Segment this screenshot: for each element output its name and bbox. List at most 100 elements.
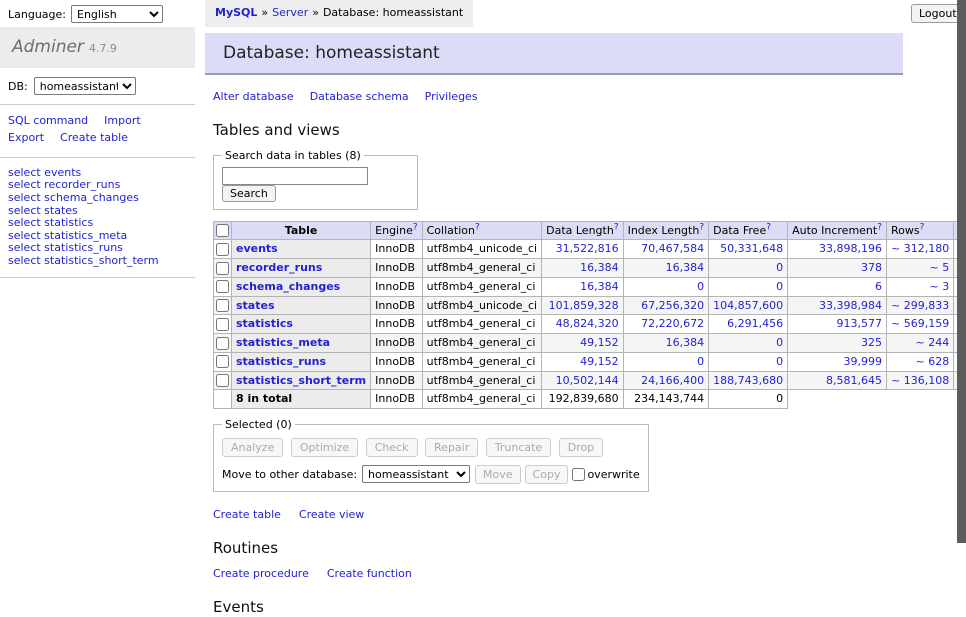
sidebar-sql-command-link[interactable]: SQL command	[8, 114, 88, 127]
auto-increment-link[interactable]: 378	[861, 261, 882, 274]
index-length-link[interactable]: 16,384	[666, 336, 705, 349]
data-free-link[interactable]: 6,291,456	[727, 317, 783, 330]
auto-increment-link[interactable]: 325	[861, 336, 882, 349]
data-length-link[interactable]: 16,384	[580, 280, 619, 293]
sidebar-item-select-schema-changes[interactable]: select schema_changes	[8, 192, 187, 205]
table-name-link[interactable]: states	[236, 299, 275, 312]
auto-increment-link[interactable]: 8,581,645	[826, 374, 882, 387]
help-link[interactable]: ?	[920, 222, 925, 232]
sidebar-item-select-statistics-short-term[interactable]: select statistics_short_term	[8, 255, 187, 268]
vertical-scrollbar[interactable]	[957, 0, 966, 543]
create-function-link[interactable]: Create function	[327, 567, 412, 580]
data-length-link[interactable]: 49,152	[580, 355, 619, 368]
help-link[interactable]: ?	[475, 222, 480, 232]
create-view-link[interactable]: Create view	[299, 508, 364, 521]
overwrite-label[interactable]: overwrite	[587, 468, 639, 481]
data-free-link[interactable]: 0	[776, 280, 783, 293]
data-free-link[interactable]: 50,331,648	[720, 242, 783, 255]
app-name: Adminer	[12, 37, 84, 57]
help-link[interactable]: ?	[877, 222, 882, 232]
overwrite-checkbox[interactable]	[572, 468, 585, 481]
optimize-button[interactable]: Optimize	[291, 438, 358, 457]
copy-button[interactable]: Copy	[525, 465, 569, 484]
data-free-link[interactable]: 188,743,680	[713, 374, 783, 387]
help-link[interactable]: ?	[766, 222, 771, 232]
data-free-link[interactable]: 0	[776, 355, 783, 368]
privileges-link[interactable]: Privileges	[425, 90, 478, 103]
row-checkbox[interactable]	[216, 243, 229, 256]
check-button[interactable]: Check	[366, 438, 418, 457]
index-length-link[interactable]: 70,467,584	[641, 242, 704, 255]
row-checkbox[interactable]	[216, 374, 229, 387]
index-length-link[interactable]: 0	[697, 280, 704, 293]
rows-count-link[interactable]: ~ 312,180	[891, 242, 949, 255]
row-checkbox[interactable]	[216, 280, 229, 293]
data-length-link[interactable]: 49,152	[580, 336, 619, 349]
data-length-link[interactable]: 48,824,320	[556, 317, 619, 330]
help-link[interactable]: ?	[413, 222, 418, 232]
help-link[interactable]: ?	[699, 222, 704, 232]
row-checkbox[interactable]	[216, 299, 229, 312]
rows-count-link[interactable]: ~ 136,108	[891, 374, 949, 387]
sidebar-export-link[interactable]: Export	[8, 131, 44, 144]
data-length-link[interactable]: 101,859,328	[549, 299, 619, 312]
search-button[interactable]: Search	[222, 185, 276, 202]
auto-increment-link[interactable]: 33,898,196	[819, 242, 882, 255]
data-length-link[interactable]: 10,502,144	[556, 374, 619, 387]
auto-increment-link[interactable]: 39,999	[844, 355, 883, 368]
analyze-button[interactable]: Analyze	[222, 438, 283, 457]
search-input[interactable]	[222, 167, 368, 185]
table-name-link[interactable]: statistics_short_term	[236, 374, 366, 387]
create-procedure-link[interactable]: Create procedure	[213, 567, 309, 580]
row-checkbox[interactable]	[216, 318, 229, 331]
index-length-link[interactable]: 67,256,320	[641, 299, 704, 312]
help-link[interactable]: ?	[614, 222, 619, 232]
data-free-link[interactable]: 0	[776, 336, 783, 349]
table-name-link[interactable]: events	[236, 242, 278, 255]
repair-button[interactable]: Repair	[425, 438, 478, 457]
breadcrumb-mysql-link[interactable]: MySQL	[215, 6, 257, 19]
language-select[interactable]: English	[71, 5, 163, 23]
table-name-link[interactable]: recorder_runs	[236, 261, 322, 274]
rows-count-link[interactable]: ~ 569,159	[891, 317, 949, 330]
sidebar-item-select-statistics[interactable]: select statistics	[8, 217, 187, 230]
data-free-link[interactable]: 0	[776, 261, 783, 274]
select-all-checkbox[interactable]	[216, 224, 229, 237]
sidebar-create-table-link[interactable]: Create table	[60, 131, 128, 144]
row-checkbox[interactable]	[216, 355, 229, 368]
table-name-link[interactable]: statistics_meta	[236, 336, 330, 349]
rows-count-link[interactable]: ~ 628	[915, 355, 949, 368]
breadcrumb-server-link[interactable]: Server	[272, 6, 308, 19]
move-database-select[interactable]: homeassistant	[362, 465, 470, 483]
alter-database-link[interactable]: Alter database	[213, 90, 294, 103]
drop-button[interactable]: Drop	[559, 438, 603, 457]
move-button[interactable]: Move	[475, 465, 521, 484]
auto-increment-link[interactable]: 6	[875, 280, 882, 293]
rows-count-link[interactable]: ~ 244	[915, 336, 949, 349]
table-header-row: Table Engine? Collation? Data Length? In…	[214, 221, 966, 240]
table-name-link[interactable]: statistics	[236, 317, 293, 330]
sidebar-import-link[interactable]: Import	[104, 114, 141, 127]
index-length-link[interactable]: 0	[697, 355, 704, 368]
table-name-link[interactable]: schema_changes	[236, 280, 340, 293]
index-length-link[interactable]: 24,166,400	[641, 374, 704, 387]
auto-increment-link[interactable]: 33,398,984	[819, 299, 882, 312]
data-free-link[interactable]: 104,857,600	[713, 299, 783, 312]
engine-cell: InnoDB	[371, 277, 422, 296]
data-length-link[interactable]: 31,522,816	[556, 242, 619, 255]
row-checkbox[interactable]	[216, 337, 229, 350]
index-length-link[interactable]: 16,384	[666, 261, 705, 274]
rows-count-link[interactable]: ~ 299,833	[891, 299, 949, 312]
rows-count-link[interactable]: ~ 3	[929, 280, 949, 293]
truncate-button[interactable]: Truncate	[486, 438, 551, 457]
table-name-link[interactable]: statistics_runs	[236, 355, 326, 368]
database-schema-link[interactable]: Database schema	[310, 90, 409, 103]
rows-count-link[interactable]: ~ 5	[929, 261, 949, 274]
db-select[interactable]: homeassistant	[34, 77, 136, 95]
row-checkbox[interactable]	[216, 262, 229, 275]
create-table-link[interactable]: Create table	[213, 508, 281, 521]
index-length-link[interactable]: 72,220,672	[641, 317, 704, 330]
auto-increment-link[interactable]: 913,577	[837, 317, 883, 330]
table-row: schema_changes InnoDB utf8mb4_general_ci…	[214, 277, 966, 296]
data-length-link[interactable]: 16,384	[580, 261, 619, 274]
